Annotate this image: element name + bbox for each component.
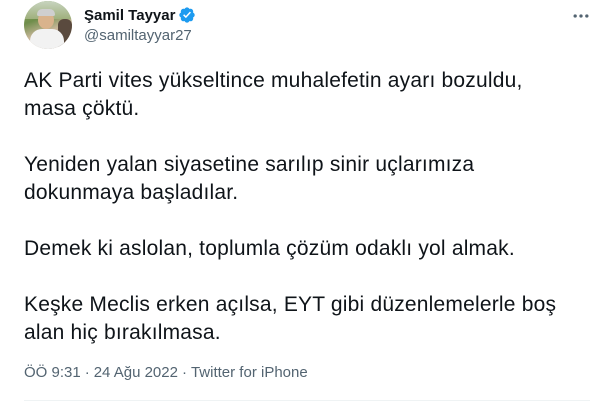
tweet-date-link[interactable]: 24 Ağu 2022	[94, 364, 178, 381]
verified-badge-icon	[178, 6, 196, 24]
author-handle[interactable]: @samiltayyar27	[84, 27, 192, 44]
divider	[24, 400, 590, 401]
tweet-card: Şamil Tayyar @samiltayyar27 AK Parti vit…	[0, 0, 614, 405]
more-options-icon	[573, 14, 589, 18]
author-name-row: Şamil Tayyar	[84, 5, 196, 25]
more-options-button[interactable]	[566, 4, 596, 28]
tweet-metadata: ÖÖ 9:31 · 24 Ağu 2022 · Twitter for iPho…	[24, 364, 308, 381]
tweet-time-link[interactable]: ÖÖ 9:31	[24, 364, 81, 381]
meta-separator: ·	[84, 364, 90, 381]
meta-separator: ·	[181, 364, 187, 381]
tweet-source-link[interactable]: Twitter for iPhone	[191, 364, 308, 381]
author-avatar[interactable]	[24, 1, 72, 49]
author-display-name[interactable]: Şamil Tayyar	[84, 7, 175, 24]
tweet-body-text: AK Parti vites yükseltince muhalefetin a…	[24, 69, 557, 344]
